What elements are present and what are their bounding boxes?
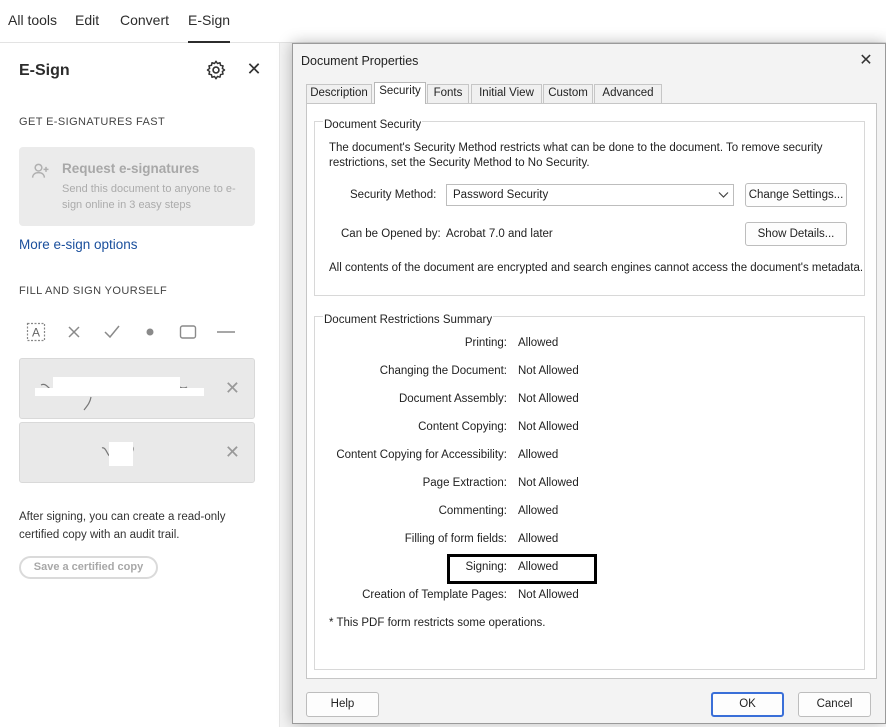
restriction-value-copying: Not Allowed — [518, 421, 579, 433]
chevron-down-icon — [718, 192, 729, 198]
change-settings-button[interactable]: Change Settings... — [745, 183, 847, 207]
security-intro-text: The document's Security Method restricts… — [329, 142, 823, 169]
after-signing-text: After signing, you can create a read-onl… — [19, 511, 226, 541]
restriction-label-changing: Changing the Document: — [379, 365, 507, 377]
restriction-value-extraction: Not Allowed — [518, 477, 579, 489]
top-nav: All tools Edit Convert E-Sign — [0, 0, 886, 43]
opened-by-label: Can be Opened by: — [341, 228, 441, 240]
initials-slot[interactable]: ✕ — [19, 422, 255, 483]
tab-initial-view[interactable]: Initial View — [471, 84, 542, 103]
dialog-title: Document Properties — [301, 54, 419, 68]
svg-text:A: A — [32, 326, 40, 340]
help-button[interactable]: Help — [306, 692, 379, 717]
tab-security[interactable]: Security — [374, 82, 426, 104]
signature-slot[interactable]: ✕ — [19, 358, 255, 419]
group-label-restrictions: Document Restrictions Summary — [323, 314, 494, 326]
opened-by-value: Acrobat 7.0 and later — [446, 228, 553, 240]
security-method-value: Password Security — [453, 189, 549, 201]
cancel-button[interactable]: Cancel — [798, 692, 871, 717]
save-certified-copy-button[interactable]: Save a certified copy — [19, 556, 158, 579]
restriction-label-form-fill: Filling of form fields: — [404, 533, 507, 545]
restriction-label-accessibility: Content Copying for Accessibility: — [336, 449, 507, 461]
restriction-label-copying: Content Copying: — [418, 421, 507, 433]
encryption-note: All contents of the document are encrypt… — [329, 262, 864, 274]
restriction-label-assembly: Document Assembly: — [398, 393, 507, 405]
restriction-value-form-fill: Allowed — [518, 533, 559, 545]
section-heading-self: FILL AND SIGN YOURSELF — [19, 285, 168, 297]
fill-sign-toolbar: A — [26, 322, 246, 342]
group-label-security: Document Security — [323, 119, 423, 131]
gear-icon[interactable] — [205, 59, 227, 81]
restrictions-summary-group: Document Restrictions Summary Printing: … — [314, 314, 865, 670]
close-icon[interactable]: ✕ — [857, 50, 875, 70]
close-icon[interactable]: ✕ — [245, 59, 263, 79]
nav-esign[interactable]: E-Sign — [188, 12, 231, 43]
request-title: Request e-signatures — [62, 161, 200, 176]
ok-button[interactable]: OK — [711, 692, 784, 717]
restriction-value-commenting: Allowed — [518, 505, 559, 517]
restriction-label-printing: Printing: — [464, 337, 507, 349]
esign-panel: E-Sign ✕ GET E-SIGNATURES FAST Request e… — [0, 43, 280, 727]
section-heading-fast: GET E-SIGNATURES FAST — [19, 116, 166, 128]
cross-mark-icon[interactable] — [64, 322, 84, 342]
rectangle-icon[interactable] — [178, 322, 198, 342]
line-icon[interactable] — [216, 322, 236, 342]
initials-image — [101, 442, 134, 466]
nav-edit[interactable]: Edit — [75, 12, 99, 28]
tab-description[interactable]: Description — [306, 84, 372, 103]
restriction-label-commenting: Commenting: — [438, 505, 507, 517]
restrictions-footnote: * This PDF form restricts some operation… — [329, 617, 546, 629]
security-method-select[interactable]: Password Security — [446, 184, 734, 206]
more-esign-options-link[interactable]: More e-sign options — [19, 237, 138, 252]
panel-title: E-Sign — [19, 62, 70, 79]
request-description: Send this document to anyone to e-sign o… — [62, 183, 236, 211]
restriction-value-printing: Allowed — [518, 337, 559, 349]
restriction-label-templates: Creation of Template Pages: — [362, 589, 507, 601]
restriction-label-extraction: Page Extraction: — [422, 477, 507, 489]
tab-fonts[interactable]: Fonts — [427, 84, 469, 103]
document-properties-dialog: Document Properties ✕ Description Securi… — [292, 43, 886, 724]
delete-signature-icon[interactable]: ✕ — [225, 378, 240, 399]
security-tab-panel: Document Security The document's Securit… — [306, 103, 877, 679]
tab-advanced[interactable]: Advanced — [594, 84, 662, 103]
security-method-label: Security Method: — [350, 189, 437, 201]
text-field-icon[interactable]: A — [26, 322, 46, 342]
tab-custom[interactable]: Custom — [543, 84, 593, 103]
request-esignatures-card[interactable]: Request e-signatures Send this document … — [19, 147, 255, 226]
restriction-value-assembly: Not Allowed — [518, 393, 579, 405]
delete-initials-icon[interactable]: ✕ — [225, 442, 240, 463]
person-add-icon — [31, 163, 49, 178]
signing-highlight-box — [447, 554, 597, 584]
signature-image — [35, 377, 204, 411]
restriction-value-templates: Not Allowed — [518, 589, 579, 601]
document-security-group: Document Security The document's Securit… — [314, 119, 865, 296]
dot-icon[interactable] — [140, 322, 160, 342]
checkmark-icon[interactable] — [102, 322, 122, 342]
nav-convert[interactable]: Convert — [120, 12, 169, 28]
restriction-value-accessibility: Allowed — [518, 449, 559, 461]
nav-all-tools[interactable]: All tools — [8, 12, 57, 28]
restriction-value-changing: Not Allowed — [518, 365, 579, 377]
show-details-button[interactable]: Show Details... — [745, 222, 847, 246]
